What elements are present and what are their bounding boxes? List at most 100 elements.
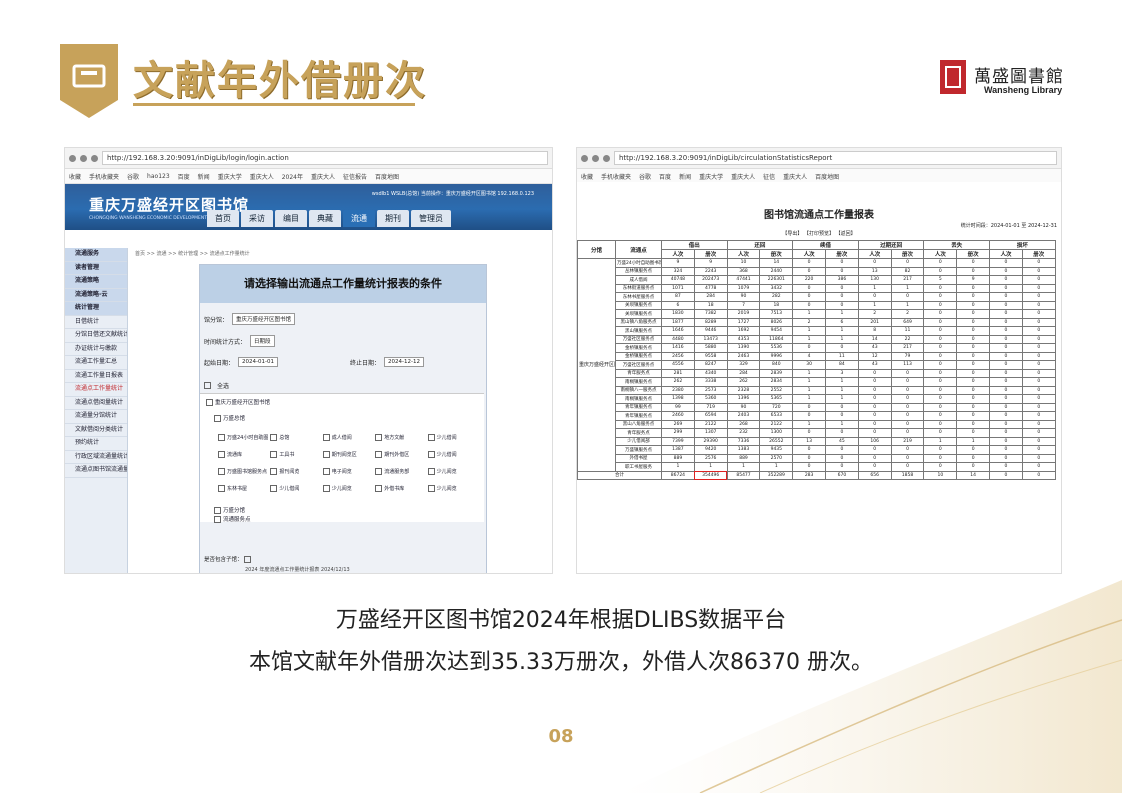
site-option-checkbox[interactable] <box>375 485 383 492</box>
bookmark-item[interactable]: 收藏 <box>581 172 593 181</box>
site-option-checkbox[interactable] <box>322 434 330 441</box>
forward-icon[interactable] <box>80 154 87 162</box>
site-option-checkbox[interactable] <box>270 485 278 492</box>
site-option-checkbox[interactable] <box>375 434 383 441</box>
menu-item[interactable]: 典藏 <box>309 210 341 227</box>
tree-branch-3[interactable]: 流通服务点 <box>214 515 251 523</box>
sidebar-item[interactable]: 流通点工作量统计 <box>65 383 127 397</box>
refresh-icon[interactable] <box>91 154 98 162</box>
bookmark-item[interactable]: 谷歌 <box>639 172 651 181</box>
bookmark-item[interactable]: 重庆大学 <box>699 172 723 181</box>
bookmark-item[interactable]: 新闻 <box>679 172 691 181</box>
site-option[interactable]: 报刊阅览 <box>270 468 320 475</box>
site-option[interactable]: 成人借阅 <box>322 434 373 441</box>
menu-item[interactable]: 期刊 <box>377 210 409 227</box>
select-all-checkbox[interactable] <box>204 382 211 389</box>
site-select[interactable]: 重庆万盛经开区图书馆 <box>232 313 296 325</box>
site-option-checkbox[interactable] <box>427 468 435 475</box>
site-option-checkbox[interactable] <box>270 451 278 458</box>
site-option-checkbox[interactable] <box>270 434 278 441</box>
sidebar-item[interactable]: 流通点图书馆流通量统 <box>65 464 127 478</box>
site-option-checkbox[interactable] <box>427 434 435 441</box>
menu-item[interactable]: 编目 <box>275 210 307 227</box>
site-option-checkbox[interactable] <box>218 451 225 458</box>
sidebar-item[interactable]: 流通点借阅量统计 <box>65 397 127 410</box>
bookmark-item[interactable]: 百度地图 <box>815 172 839 181</box>
tree-branch-2[interactable]: 万盛分馆 <box>214 506 245 514</box>
address-bar[interactable]: http://192.168.3.20:9091/inDigLib/circul… <box>614 151 1057 165</box>
sidebar-item[interactable]: 流通量分馆统计 <box>65 410 127 424</box>
site-option[interactable]: 万盛图书馆服务点 <box>218 468 268 475</box>
refresh-icon[interactable] <box>603 154 610 162</box>
site-option[interactable]: 工具书 <box>270 451 320 458</box>
bookmark-item[interactable]: 重庆大学 <box>218 172 242 181</box>
sidebar-item[interactable]: 流通策略 <box>65 275 127 289</box>
site-option-checkbox[interactable] <box>270 468 278 475</box>
bookmark-item[interactable]: 新闻 <box>198 172 210 181</box>
menu-item[interactable]: 流通 <box>343 210 375 227</box>
bookmark-item[interactable]: 收藏 <box>69 172 81 181</box>
site-option-checkbox[interactable] <box>322 485 330 492</box>
bookmark-item[interactable]: 百度 <box>659 172 671 181</box>
tree-root[interactable]: 重庆万盛经开区图书馆 <box>206 398 270 406</box>
site-option-checkbox[interactable] <box>218 434 225 441</box>
tree-branch[interactable]: 万盛总馆 <box>214 414 245 422</box>
sidebar-item[interactable]: 流通服务 <box>65 248 127 262</box>
site-option[interactable]: 少儿阅览 <box>427 468 478 475</box>
sidebar-item[interactable]: 办证统计与缴款 <box>65 343 127 356</box>
site-option[interactable]: 流通服务部 <box>375 468 425 475</box>
sidebar-item[interactable]: 日借统计 <box>65 316 127 329</box>
bookmark-item[interactable]: 手机收藏夹 <box>601 172 631 181</box>
menu-item[interactable]: 采访 <box>241 210 273 227</box>
site-option[interactable]: 少儿借阅 <box>427 434 478 441</box>
tree-branch-2-checkbox[interactable] <box>214 507 221 514</box>
bookmark-item[interactable]: 手机收藏夹 <box>89 172 119 181</box>
sidebar-item[interactable]: 统计管理 <box>65 302 127 316</box>
sidebar-item[interactable]: 预约统计 <box>65 437 127 451</box>
sidebar-item[interactable]: 流通工作量汇总 <box>65 356 127 370</box>
site-option-checkbox[interactable] <box>218 485 225 492</box>
menu-item[interactable]: 管理员 <box>411 210 451 227</box>
site-option-checkbox[interactable] <box>322 451 330 458</box>
sidebar-item[interactable]: 读者管理 <box>65 261 127 275</box>
bookmark-item[interactable]: 2024年 <box>282 172 303 181</box>
site-option[interactable]: 少儿借阅 <box>270 485 320 492</box>
site-option[interactable]: 电子阅览 <box>322 468 373 475</box>
bookmark-item[interactable]: 重庆大人 <box>250 172 274 181</box>
tree-root-checkbox[interactable] <box>206 399 213 406</box>
site-option[interactable]: 万盛24小时自助图书馆 <box>218 434 268 441</box>
site-option[interactable]: 总馆 <box>270 434 320 441</box>
bookmark-item[interactable]: hao123 <box>147 173 170 180</box>
tree-branch-3-checkbox[interactable] <box>214 516 221 523</box>
site-option[interactable]: 流通库 <box>218 451 268 458</box>
forward-icon[interactable] <box>592 154 599 162</box>
bookmark-item[interactable]: 征信 <box>763 172 775 181</box>
site-option[interactable]: 东林书屋 <box>218 485 268 492</box>
report-links[interactable]: 【导出】 【打印预览】 【返回】 <box>577 230 1061 237</box>
site-option[interactable]: 外借书库 <box>375 485 425 492</box>
bookmark-item[interactable]: 重庆大人 <box>783 172 807 181</box>
site-option-checkbox[interactable] <box>375 468 383 475</box>
site-option-checkbox[interactable] <box>218 468 225 475</box>
bookmark-item[interactable]: 百度 <box>178 172 190 181</box>
start-date-input[interactable]: 2024-01-01 <box>238 357 278 367</box>
site-option-checkbox[interactable] <box>427 451 435 458</box>
bookmark-item[interactable]: 谷歌 <box>127 172 139 181</box>
bookmark-item[interactable]: 百度地图 <box>375 172 399 181</box>
include-subsites-checkbox[interactable] <box>244 556 252 563</box>
bookmark-item[interactable]: 重庆大人 <box>311 172 335 181</box>
site-option[interactable]: 少儿借阅 <box>427 451 478 458</box>
calc-select[interactable]: 日期段 <box>250 335 275 347</box>
site-option[interactable]: 少儿阅览 <box>427 485 478 492</box>
site-option-checkbox[interactable] <box>322 468 330 475</box>
sidebar-item[interactable]: 行政区域流通量统计 <box>65 451 127 464</box>
site-option[interactable]: 期刊阅览区 <box>322 451 373 458</box>
sidebar-item[interactable]: 流通工作量日报表 <box>65 370 127 383</box>
bookmark-item[interactable]: 征信报告 <box>343 172 367 181</box>
site-option[interactable]: 地方文献 <box>375 434 425 441</box>
site-option-checkbox[interactable] <box>375 451 383 458</box>
address-bar[interactable]: http://192.168.3.20:9091/inDigLib/login/… <box>102 151 548 165</box>
end-date-input[interactable]: 2024-12-12 <box>384 357 424 367</box>
site-option[interactable]: 少儿阅览 <box>322 485 373 492</box>
menu-item[interactable]: 首页 <box>207 210 239 227</box>
